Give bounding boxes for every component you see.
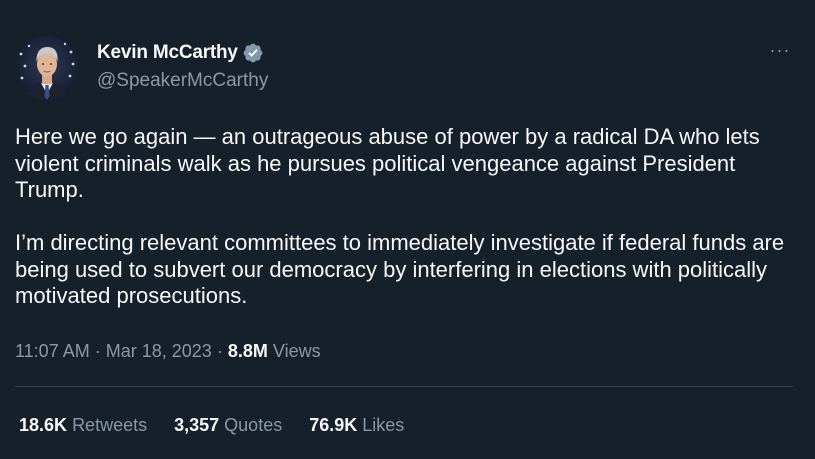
quotes-stat[interactable]: 3,357 Quotes (174, 415, 282, 436)
tweet: Kevin McCarthy @SpeakerMcCarthy ··· Here… (0, 0, 815, 459)
quotes-label: Quotes (224, 415, 283, 435)
more-options-button[interactable]: ··· (767, 40, 793, 60)
views-label: Views (272, 341, 321, 361)
retweets-label: Retweets (72, 415, 148, 435)
tweet-paragraph: I’m directing relevant committees to imm… (15, 230, 785, 308)
author-display-name[interactable]: Kevin McCarthy (97, 42, 238, 64)
verified-badge-icon (243, 43, 263, 63)
likes-stat[interactable]: 76.9K Likes (309, 415, 404, 436)
divider (15, 386, 793, 387)
tweet-time[interactable]: 11:07 AM (15, 341, 90, 361)
more-icon: ··· (769, 39, 791, 60)
likes-label: Likes (362, 415, 405, 435)
views-count: 8.8M (227, 341, 268, 361)
meta-separator: · (216, 341, 223, 361)
likes-count: 76.9K (309, 415, 358, 435)
tweet-metadata: 11:07 AM · Mar 18, 2023 · 8.8M Views (15, 341, 321, 362)
author-handle[interactable]: @SpeakerMcCarthy (97, 70, 268, 92)
avatar[interactable] (15, 36, 79, 100)
quotes-count: 3,357 (174, 415, 220, 435)
tweet-text: Here we go again — an outrageous abuse o… (15, 124, 800, 310)
tweet-date[interactable]: Mar 18, 2023 (106, 341, 212, 361)
retweets-count: 18.6K (19, 415, 68, 435)
engagement-stats: 18.6K Retweets 3,357 Quotes 76.9K Likes (19, 415, 431, 436)
author-name-row: Kevin McCarthy (97, 41, 264, 65)
tweet-paragraph: Here we go again — an outrageous abuse o… (15, 124, 760, 202)
meta-separator: · (94, 341, 101, 361)
retweets-stat[interactable]: 18.6K Retweets (19, 415, 147, 436)
profile-photo-icon (15, 36, 79, 100)
